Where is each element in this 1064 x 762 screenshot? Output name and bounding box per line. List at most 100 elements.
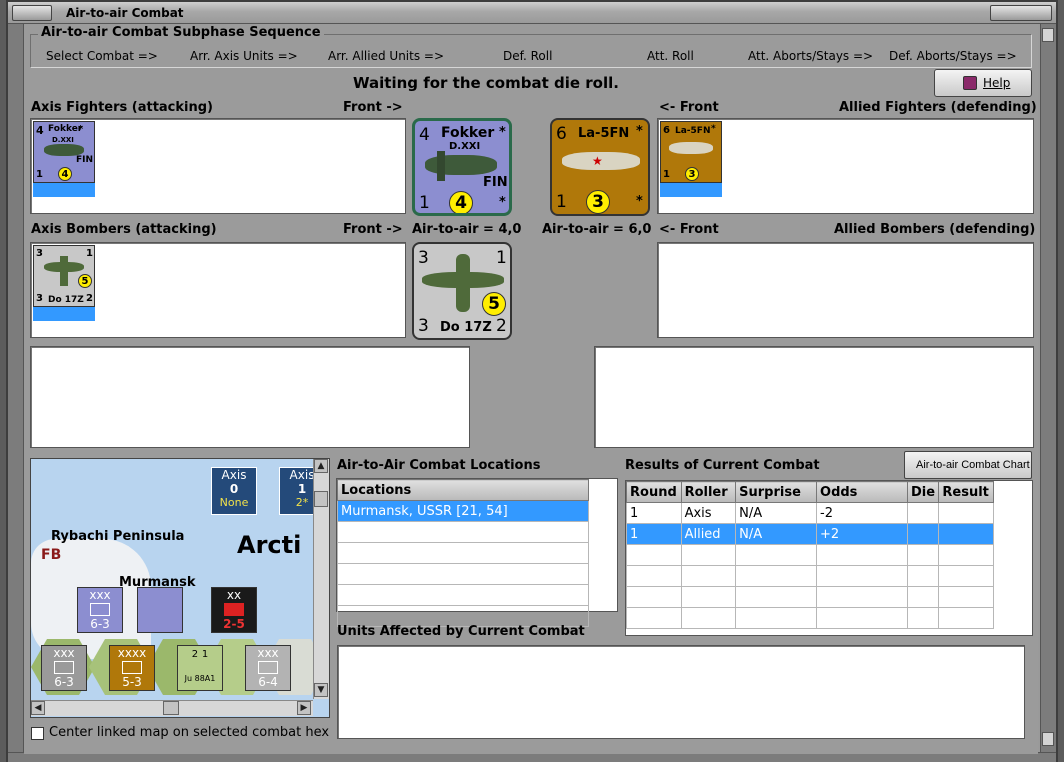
map-unit[interactable]: xx 2-5 [211,587,257,633]
unit-a: 2 [191,649,199,660]
location-cell [337,542,589,564]
results-row[interactable] [626,565,994,587]
air-to-air-chart-button[interactable]: Air-to-air Combat Chart [904,451,1032,479]
scroll-down-icon[interactable]: ▼ [314,683,328,697]
allied-air-to-air: Air-to-air = 6,0 [542,222,652,237]
location-row[interactable] [337,584,589,606]
units-affected-panel[interactable] [337,645,1025,739]
scroll-right-icon[interactable]: ▶ [297,701,311,715]
results-cell [680,565,737,587]
map-horizontal-scrollbar[interactable]: ◀ ▶ [31,700,313,716]
counter-model: D.XXI [449,141,481,152]
window-close-button[interactable] [990,5,1052,21]
counter-circle: 4 [449,191,473,213]
scroll-thumb[interactable] [163,701,179,715]
map-unit[interactable]: xxxx 5-3 [109,645,155,691]
scroll-left-icon[interactable]: ◀ [31,701,45,715]
counter-range: 1 [556,192,567,212]
location-row[interactable] [337,542,589,564]
do17-counter[interactable]: 3 1 5 3 Do 17Z 2 [412,242,512,340]
fokker-counter[interactable]: 4 Fokker D.XXI * FIN 1 4 * [412,118,512,216]
locations-list[interactable]: Locations Murmansk, USSR [21, 54] [336,478,618,627]
axis-extra-panel[interactable] [30,346,470,448]
results-column-header[interactable]: Die [906,481,940,503]
step-select-combat: Select Combat => [46,49,158,63]
peninsula-label: Rybachi Peninsula [51,529,185,544]
allied-fighters-front: <- Front [659,100,719,115]
results-cell [680,544,737,566]
results-cell: +2 [816,523,908,545]
results-row[interactable] [626,607,994,629]
axis-box[interactable]: Axis 0 None [211,467,257,515]
help-label: Help [983,76,1011,90]
results-cell: 1 [626,523,682,545]
selection-bar [33,307,95,321]
map-unit[interactable]: xxx 6-3 [77,587,123,633]
axis-bombers-panel[interactable]: 3 1 5 3 Do 17Z 2 [30,242,406,338]
map-fokker-unit[interactable] [137,587,183,633]
locations-header[interactable]: Locations [337,479,589,501]
results-column-header[interactable]: Result [938,481,994,503]
results-cell [816,586,908,608]
window-title: Air-to-air Combat [66,6,184,20]
results-column-header[interactable]: Odds [816,481,908,503]
results-column-header[interactable]: Roller [680,481,737,503]
la5fn-small-counter[interactable]: 6 La-5FN * 1 3 [660,121,722,183]
unit-name: Ju 88A1 [184,674,216,683]
scroll-up-icon[interactable]: ▲ [314,459,328,473]
help-book-icon [963,76,977,90]
unit-strength: 6-3 [54,675,74,689]
results-cell [906,586,940,608]
window-menu-button[interactable] [12,5,52,21]
location-row[interactable] [337,521,589,543]
unit-b: 1 [201,649,209,660]
plane-icon [425,155,497,175]
center-map-label: Center linked map on selected combat hex [49,725,330,740]
results-row[interactable]: 1 Allied N/A +2 [626,523,994,545]
results-column-header[interactable]: Surprise [735,481,818,503]
allied-fighters-panel[interactable]: 6 La-5FN * 1 3 [657,118,1034,214]
unit-size: xxxx [117,646,147,660]
counter-name: La-5FN [675,126,711,136]
plane-icon [669,142,713,154]
step-arr-axis: Arr. Axis Units => [190,49,298,63]
location-row[interactable] [337,563,589,585]
linked-map[interactable]: Axis 0 None Axis 1 2* Rybachi Peninsula … [30,458,330,718]
results-cell: N/A [735,523,818,545]
do17-small-counter[interactable]: 3 1 5 3 Do 17Z 2 [33,245,95,307]
results-row[interactable] [626,586,994,608]
results-table-container[interactable]: Round Roller Surprise Odds Die Result 1 Axis N/… [625,480,1033,636]
unit-size: xxx [53,646,75,660]
title-bar[interactable]: Air-to-air Combat [8,2,1056,24]
scroll-thumb[interactable] [314,491,328,507]
results-row[interactable] [626,544,994,566]
location-row[interactable]: Murmansk, USSR [21, 54] [337,500,589,522]
axis-fighters-front: Front -> [343,100,403,115]
results-cell [680,607,737,629]
allied-extra-panel[interactable] [594,346,1034,448]
counter-defense: 1 [496,248,507,268]
infantry-icon [54,661,74,674]
results-column-header[interactable]: Round [626,481,682,503]
allied-bombers-panel[interactable] [657,242,1034,338]
axis-fighters-panel[interactable]: 4 Fokker D.XXI * FIN 1 4 [30,118,406,214]
map-unit[interactable]: xxx 6-3 [41,645,87,691]
status-message: Waiting for the combat die roll. [353,74,619,92]
results-cell [906,502,940,524]
counter-range: 1 [419,193,430,213]
results-cell: N/A [735,502,818,524]
map-unit[interactable]: xxx 6-4 [245,645,291,691]
center-map-checkbox[interactable] [31,727,44,740]
map-ju88-unit[interactable]: 2 1 Ju 88A1 [177,645,223,691]
right-scrollbar[interactable] [1042,28,1054,746]
results-cell: Allied [680,523,737,545]
help-button[interactable]: Help [934,69,1032,97]
step-att-roll: Att. Roll [647,49,694,63]
results-row[interactable]: 1 Axis N/A -2 [626,502,994,524]
axis-bombers-front: Front -> [343,222,403,237]
fokker-small-counter[interactable]: 4 Fokker D.XXI * FIN 1 4 [33,121,95,183]
step-att-aborts: Att. Aborts/Stays => [748,49,874,63]
la5fn-counter[interactable]: 6 La-5FN * ★ 1 3 * [550,118,650,216]
map-vertical-scrollbar[interactable]: ▲ ▼ [313,459,329,699]
unit-strength: 6-4 [258,675,278,689]
